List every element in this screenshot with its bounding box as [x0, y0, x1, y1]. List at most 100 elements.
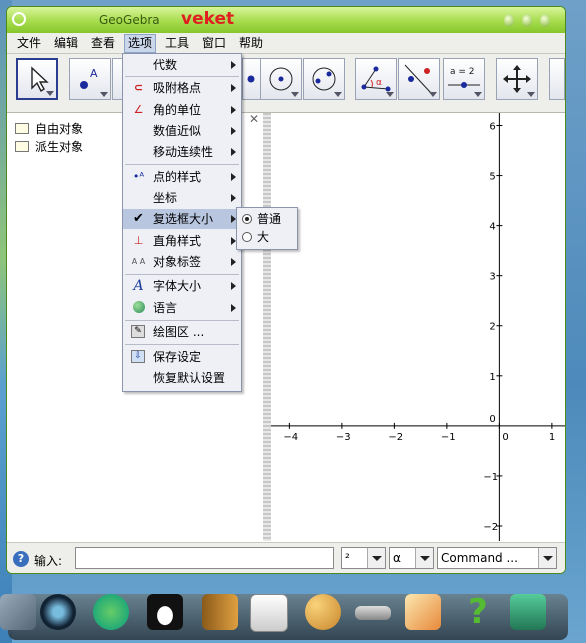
menu-item-save-settings[interactable]: ⇩ 保存设定 — [123, 347, 241, 367]
title-bar[interactable]: GeoGebra veket — [7, 7, 565, 33]
messenger-icon[interactable] — [93, 594, 129, 630]
x-tick-label: −1 — [441, 432, 456, 443]
menu-item-right-angle-style[interactable]: ⊥ 直角样式 — [123, 231, 241, 251]
folder-icon — [15, 141, 29, 152]
submenu-item-normal[interactable]: 普通 — [237, 210, 297, 228]
x-tick-label: −3 — [336, 432, 351, 443]
input-field[interactable] — [75, 547, 334, 569]
checkbox-size-submenu: 普通 大 — [236, 207, 298, 250]
y-tick-label: 5 — [489, 172, 495, 183]
usb-drive-icon[interactable] — [355, 606, 391, 620]
input-label: 输入: — [34, 554, 63, 568]
label-icon: A A — [131, 257, 146, 266]
point-style-icon: •ᴬ — [132, 170, 145, 183]
media-player-icon[interactable] — [40, 594, 76, 630]
submenu-item-large[interactable]: 大 — [237, 228, 297, 246]
penguin-icon[interactable] — [147, 594, 183, 630]
slider-tool-icon[interactable]: a = 2 — [443, 58, 485, 100]
tool-icon[interactable] — [0, 594, 36, 630]
svg-text:α: α — [376, 78, 382, 88]
graphics-settings-icon: ✎ — [131, 325, 145, 338]
x-tick-label: −4 — [283, 432, 298, 443]
pet-game-icon[interactable] — [405, 594, 441, 630]
move-tool-icon[interactable] — [16, 58, 58, 100]
svg-text:A: A — [90, 67, 98, 80]
chevron-down-icon — [415, 548, 433, 568]
y-tick-label: −1 — [483, 472, 498, 483]
menu-options[interactable]: 选项 — [124, 34, 157, 53]
menu-item-graphics[interactable]: ✎ 绘图区 ... — [123, 322, 241, 342]
angle-unit-icon: ∠ — [133, 103, 144, 116]
magnet-icon: ⊂ — [133, 81, 144, 94]
y-tick-label: −2 — [483, 522, 498, 533]
globe-icon — [131, 301, 146, 315]
desktop-dock: ? — [0, 588, 586, 643]
graphics-view[interactable]: −4 −3 −2 −1 0 1 6 5 4 3 2 1 −1 −2 0 — [271, 113, 565, 541]
save-settings-icon: ⇩ — [131, 350, 145, 363]
point-tool-icon[interactable]: A — [69, 58, 111, 100]
circle-tool-icon[interactable] — [260, 58, 302, 100]
reflect-tool-icon[interactable] — [398, 58, 440, 100]
menu-help[interactable]: 帮助 — [236, 35, 266, 52]
menu-item-point-capturing[interactable]: ⊂ 吸附格点 — [123, 78, 241, 98]
origin-label: 0 — [489, 414, 495, 425]
menu-item-font-size[interactable]: A 字体大小 — [123, 276, 241, 296]
geogebra-window: GeoGebra veket 文件 编辑 查看 选项 工具 窗口 帮助 A α … — [6, 6, 566, 574]
x-tick-label: 0 — [502, 432, 508, 443]
veket-brand: veket — [181, 9, 235, 29]
options-menu: 代数 ⊂ 吸附格点 ∠ 角的单位 数值近似 移动连续性 •ᴬ 点的样式 坐标 ✔ 复选框… — [122, 53, 242, 392]
menu-bar: 文件 编辑 查看 选项 工具 窗口 帮助 — [7, 33, 565, 54]
move-view-tool-icon[interactable] — [496, 58, 538, 100]
presentation-icon[interactable] — [250, 594, 288, 632]
pane-splitter[interactable] — [263, 113, 271, 541]
ellipse-tool-icon[interactable] — [303, 58, 345, 100]
greek-combo[interactable]: α — [389, 547, 434, 569]
menu-tools[interactable]: 工具 — [162, 35, 192, 52]
help-icon[interactable]: ? — [460, 594, 496, 630]
menu-view[interactable]: 查看 — [88, 35, 118, 52]
y-tick-label: 6 — [489, 122, 495, 133]
paint-icon[interactable] — [305, 594, 341, 630]
radio-selected-icon — [242, 214, 252, 224]
checkmark-icon: ✔ — [133, 211, 144, 226]
power-combo[interactable]: ² — [341, 547, 386, 569]
x-tick-label: −2 — [388, 432, 403, 443]
menu-window[interactable]: 窗口 — [199, 35, 229, 52]
tree-dependent-objects[interactable]: 派生对象 — [15, 139, 83, 155]
menu-item-labeling[interactable]: A A 对象标签 — [123, 252, 241, 272]
x-tick-label: 1 — [549, 432, 555, 443]
angle-tool-icon[interactable]: α — [355, 58, 397, 100]
command-combo[interactable]: Command ... — [437, 547, 557, 569]
menu-item-coordinates[interactable]: 坐标 — [123, 188, 241, 208]
folder-icon — [15, 123, 29, 134]
chevron-down-icon — [367, 548, 385, 568]
menu-item-continuity[interactable]: 移动连续性 — [123, 142, 241, 162]
minimize-icon[interactable] — [504, 14, 514, 27]
menu-file[interactable]: 文件 — [14, 35, 44, 52]
slider-tool-label: a = 2 — [450, 67, 475, 77]
menu-edit[interactable]: 编辑 — [51, 35, 81, 52]
toolbar: A α a = 2 — [7, 54, 565, 113]
menu-item-language[interactable]: 语言 — [123, 298, 241, 318]
input-bar: ? 输入: ² α Command ... — [7, 542, 565, 573]
help-icon[interactable]: ? — [13, 551, 29, 567]
contacts-icon[interactable] — [202, 594, 238, 630]
y-tick-label: 4 — [489, 222, 495, 233]
menu-item-rounding[interactable]: 数值近似 — [123, 121, 241, 141]
y-tick-label: 3 — [489, 272, 495, 283]
menu-item-checkbox-size[interactable]: ✔ 复选框大小 — [123, 209, 241, 229]
close-pane-icon[interactable]: ✕ — [249, 112, 259, 126]
maximize-icon[interactable] — [522, 14, 532, 27]
y-tick-label: 1 — [489, 372, 495, 383]
radio-unselected-icon — [242, 232, 252, 242]
menu-item-angle-unit[interactable]: ∠ 角的单位 — [123, 100, 241, 120]
tree-free-objects[interactable]: 自由对象 — [15, 121, 83, 137]
camera-icon[interactable] — [510, 594, 546, 630]
menu-item-point-style[interactable]: •ᴬ 点的样式 — [123, 167, 241, 187]
menu-item-algebra[interactable]: 代数 — [123, 55, 241, 75]
font-icon: A — [133, 278, 144, 294]
extra-tool-icon[interactable] — [549, 58, 565, 100]
y-tick-label: 2 — [489, 322, 495, 333]
menu-item-restore-defaults[interactable]: 恢复默认设置 — [123, 368, 241, 388]
close-icon[interactable] — [540, 14, 550, 27]
